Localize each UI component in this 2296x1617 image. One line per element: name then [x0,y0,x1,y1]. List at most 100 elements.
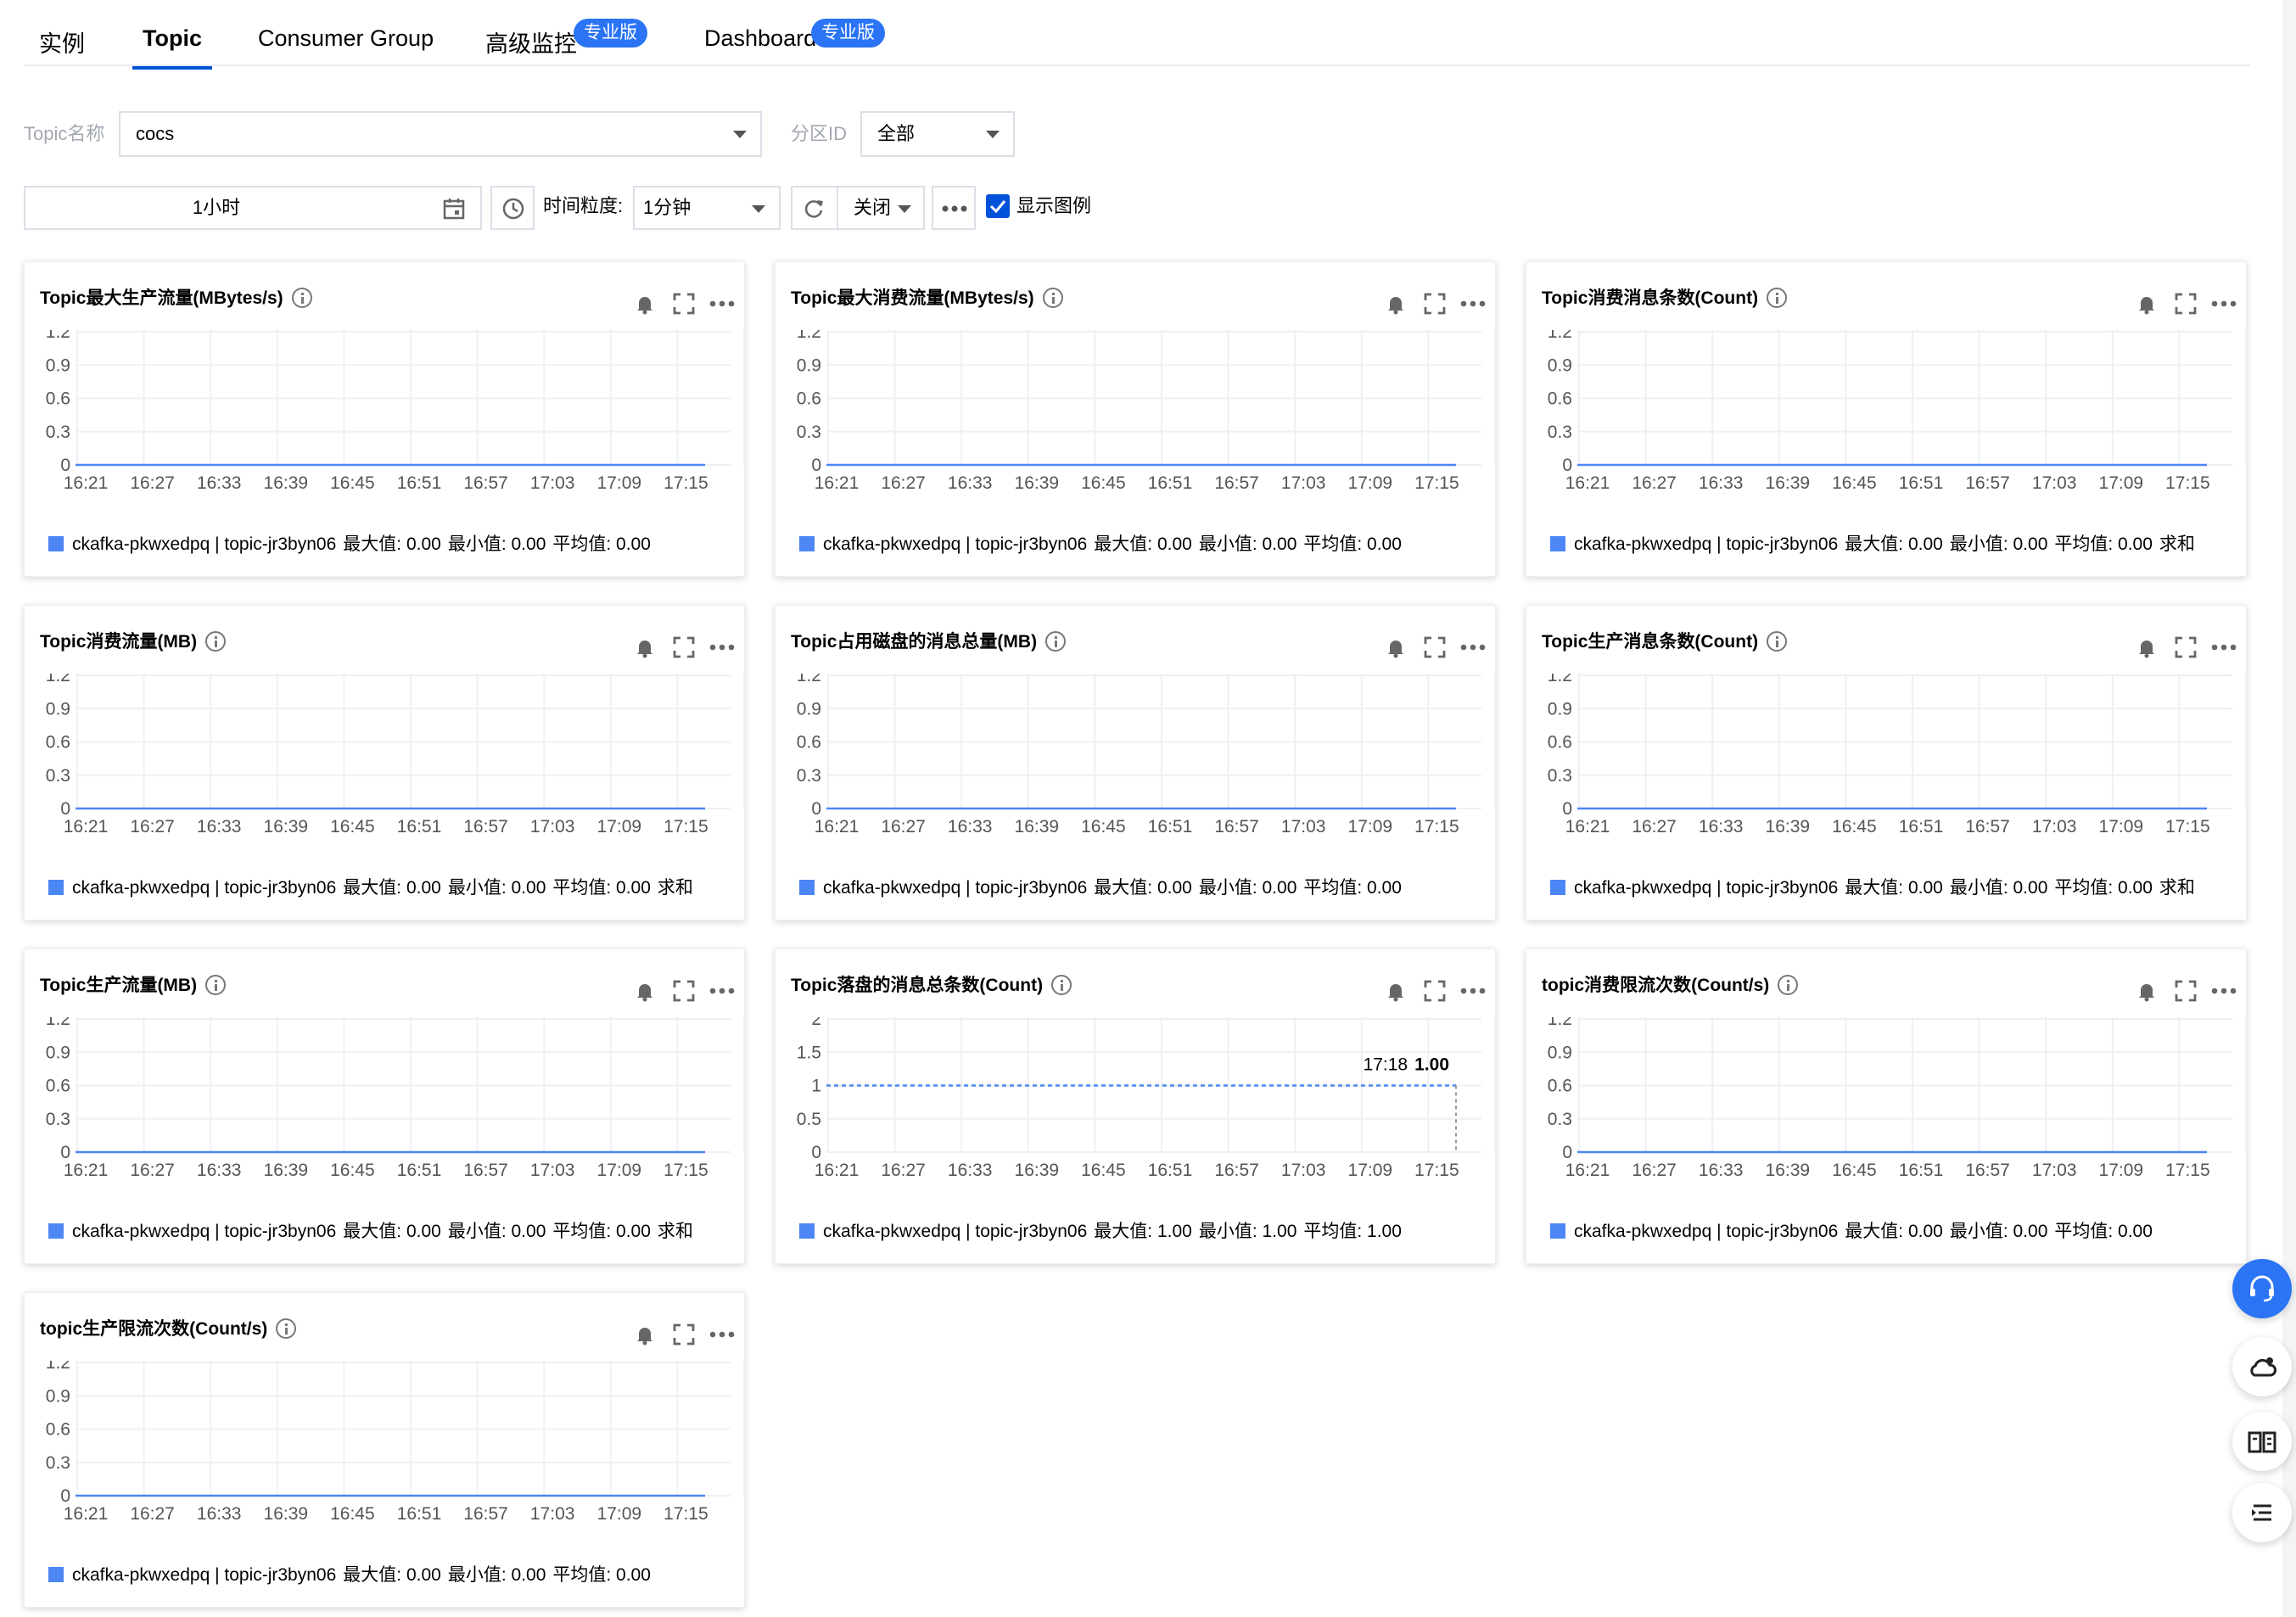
chart-title: Topic生产消息条数(Count) [1542,628,1788,653]
y-tick-label: 0 [811,1143,821,1162]
y-tick-label: 0.6 [46,1420,70,1440]
bell-icon[interactable] [632,635,658,660]
legend-avg: 平均值: 0.00 [1303,878,1402,898]
more-icon[interactable] [2210,983,2237,999]
legend-swatch [1550,880,1565,895]
bell-icon[interactable] [2134,635,2159,660]
chart-legend[interactable]: ckafka-pkwxedpq | topic-jr3byn06 最大值: 0.0… [48,532,736,557]
info-icon[interactable] [1767,288,1788,308]
legend-min: 最小值: 0.00 [1949,1222,2048,1241]
more-icon[interactable] [1459,983,1487,999]
tab-topic[interactable]: Topic [132,25,212,70]
chart-legend[interactable]: ckafka-pkwxedpq | topic-jr3byn06 最大值: 0.0… [48,1563,736,1588]
more-icon[interactable] [708,296,736,311]
x-tick-label: 16:57 [463,1504,508,1524]
x-tick-label: 17:03 [2032,473,2077,493]
chart-legend[interactable]: ckafka-pkwxedpq | topic-jr3byn06 最大值: 0.0… [1550,532,2237,557]
x-tick-label: 17:03 [530,473,575,493]
bell-icon[interactable] [2134,291,2159,316]
fullscreen-icon[interactable] [2173,978,2198,1004]
docs-button[interactable] [2232,1412,2292,1471]
bell-icon[interactable] [1383,291,1408,316]
line-chart[interactable]: 1.2 0.9 0.6 0.3 016:21 16:27 16:33 16:39 16:45 16… [1526,674,2248,852]
granularity-select[interactable]: 1分钟 [633,186,781,230]
info-icon[interactable] [1767,631,1788,652]
legend-avg: 平均值: 0.00 [2054,534,2153,554]
more-icon[interactable] [1459,640,1487,655]
more-options-button[interactable] [932,186,976,230]
bell-icon[interactable] [2134,978,2159,1004]
more-icon[interactable] [2210,640,2237,655]
fullscreen-icon[interactable] [671,635,697,660]
chart-title: Topic消费消息条数(Count) [1542,284,1788,310]
chart-legend[interactable]: ckafka-pkwxedpq | topic-jr3byn06 最大值: 0.0… [1550,1219,2237,1245]
list-button[interactable] [2232,1483,2292,1542]
x-tick-label: 17:09 [597,1504,642,1524]
info-icon[interactable] [1051,975,1072,995]
partition-select[interactable]: 全部 [860,111,1015,157]
x-tick-label: 17:15 [1414,473,1459,493]
tab-consumer-group[interactable]: Consumer Group [258,25,434,63]
bell-icon[interactable] [1383,978,1408,1004]
more-icon[interactable] [1459,296,1487,311]
info-icon[interactable] [1778,975,1799,995]
support-button[interactable] [2232,1259,2292,1318]
topic-select[interactable]: cocs [119,111,762,157]
fullscreen-icon[interactable] [2173,635,2198,660]
x-tick-label: 16:57 [1965,473,2010,493]
fullscreen-icon[interactable] [1422,635,1448,660]
chart-legend[interactable]: ckafka-pkwxedpq | topic-jr3byn06 最大值: 0.0… [48,1219,736,1245]
info-icon[interactable] [291,288,312,308]
bell-icon[interactable] [1383,635,1408,660]
cloud-icon [2250,1357,2276,1377]
time-range-picker[interactable]: 1小时 [24,186,482,230]
bell-icon[interactable] [632,978,658,1004]
fullscreen-icon[interactable] [671,978,697,1004]
chart-legend[interactable]: ckafka-pkwxedpq | topic-jr3byn06 最大值: 0.0… [48,876,736,901]
chart-title: Topic生产流量(MB) [40,971,227,997]
chart-legend[interactable]: ckafka-pkwxedpq | topic-jr3byn06 最大值: 0.0… [1550,876,2237,901]
line-chart[interactable]: 1.2 0.9 0.6 0.3 016:21 16:27 16:33 16:39 16:45 16… [25,674,746,852]
fullscreen-icon[interactable] [2173,291,2198,316]
auto-refresh-select[interactable]: 关闭 [791,186,925,230]
x-tick-label: 16:27 [130,1161,175,1180]
tab-instance[interactable]: 实例 [39,25,85,63]
chart-legend[interactable]: ckafka-pkwxedpq | topic-jr3byn06 最大值: 0.0… [799,876,1487,901]
chart-legend[interactable]: ckafka-pkwxedpq | topic-jr3byn06 最大值: 0.0… [799,532,1487,557]
line-chart[interactable]: 1.2 0.9 0.6 0.3 016:21 16:27 16:33 16:39 16:45 16… [776,330,1497,508]
fullscreen-icon[interactable] [1422,291,1448,316]
more-icon[interactable] [708,1327,736,1342]
info-icon[interactable] [1042,288,1063,308]
x-tick-label: 16:39 [264,817,309,836]
chart-legend[interactable]: ckafka-pkwxedpq | topic-jr3byn06 最大值: 1.0… [799,1219,1487,1245]
x-tick-label: 17:03 [2032,1161,2077,1180]
line-chart[interactable]: 1.2 0.9 0.6 0.3 016:21 16:27 16:33 16:39 16:45 16… [25,330,746,508]
tab-dashboard[interactable]: Dashboard [704,25,816,63]
bell-icon[interactable] [632,1322,658,1347]
line-chart[interactable]: 2 1.5 1 0.5 016:21 16:27 16:33 16:39 16:45 16:51 1… [776,1017,1497,1195]
tab-advanced-monitoring[interactable]: 高级监控 [485,25,577,63]
line-chart[interactable]: 1.2 0.9 0.6 0.3 016:21 16:27 16:33 16:39 16:45 16… [1526,330,2248,508]
y-tick-label: 0 [811,799,821,819]
info-icon[interactable] [205,975,227,995]
info-icon[interactable] [205,631,227,652]
fullscreen-icon[interactable] [671,1322,697,1347]
line-chart[interactable]: 1.2 0.9 0.6 0.3 016:21 16:27 16:33 16:39 16:45 16… [25,1017,746,1195]
x-tick-label: 17:15 [1414,1161,1459,1180]
bell-icon[interactable] [632,291,658,316]
fullscreen-icon[interactable] [671,291,697,316]
line-chart[interactable]: 1.2 0.9 0.6 0.3 016:21 16:27 16:33 16:39 16:45 16… [1526,1017,2248,1195]
more-icon[interactable] [708,640,736,655]
legend-series-name: ckafka-pkwxedpq | topic-jr3byn06 [1574,534,1839,554]
info-icon[interactable] [276,1318,297,1339]
fullscreen-icon[interactable] [1422,978,1448,1004]
chart-panel: topic生产限流次数(Count/s) 1.2 0.9 0.6 0.3 0 16:21 16… [24,1292,745,1608]
line-chart[interactable]: 1.2 0.9 0.6 0.3 016:21 16:27 16:33 16:39 16:45 16… [25,1361,746,1539]
show-legend-checkbox[interactable] [986,194,1010,218]
more-icon[interactable] [2210,296,2237,311]
more-icon[interactable] [708,983,736,999]
clock-button[interactable] [490,186,535,230]
info-icon[interactable] [1045,631,1067,652]
cloud-button[interactable] [2232,1337,2292,1396]
line-chart[interactable]: 1.2 0.9 0.6 0.3 016:21 16:27 16:33 16:39 16:45 16… [776,674,1497,852]
